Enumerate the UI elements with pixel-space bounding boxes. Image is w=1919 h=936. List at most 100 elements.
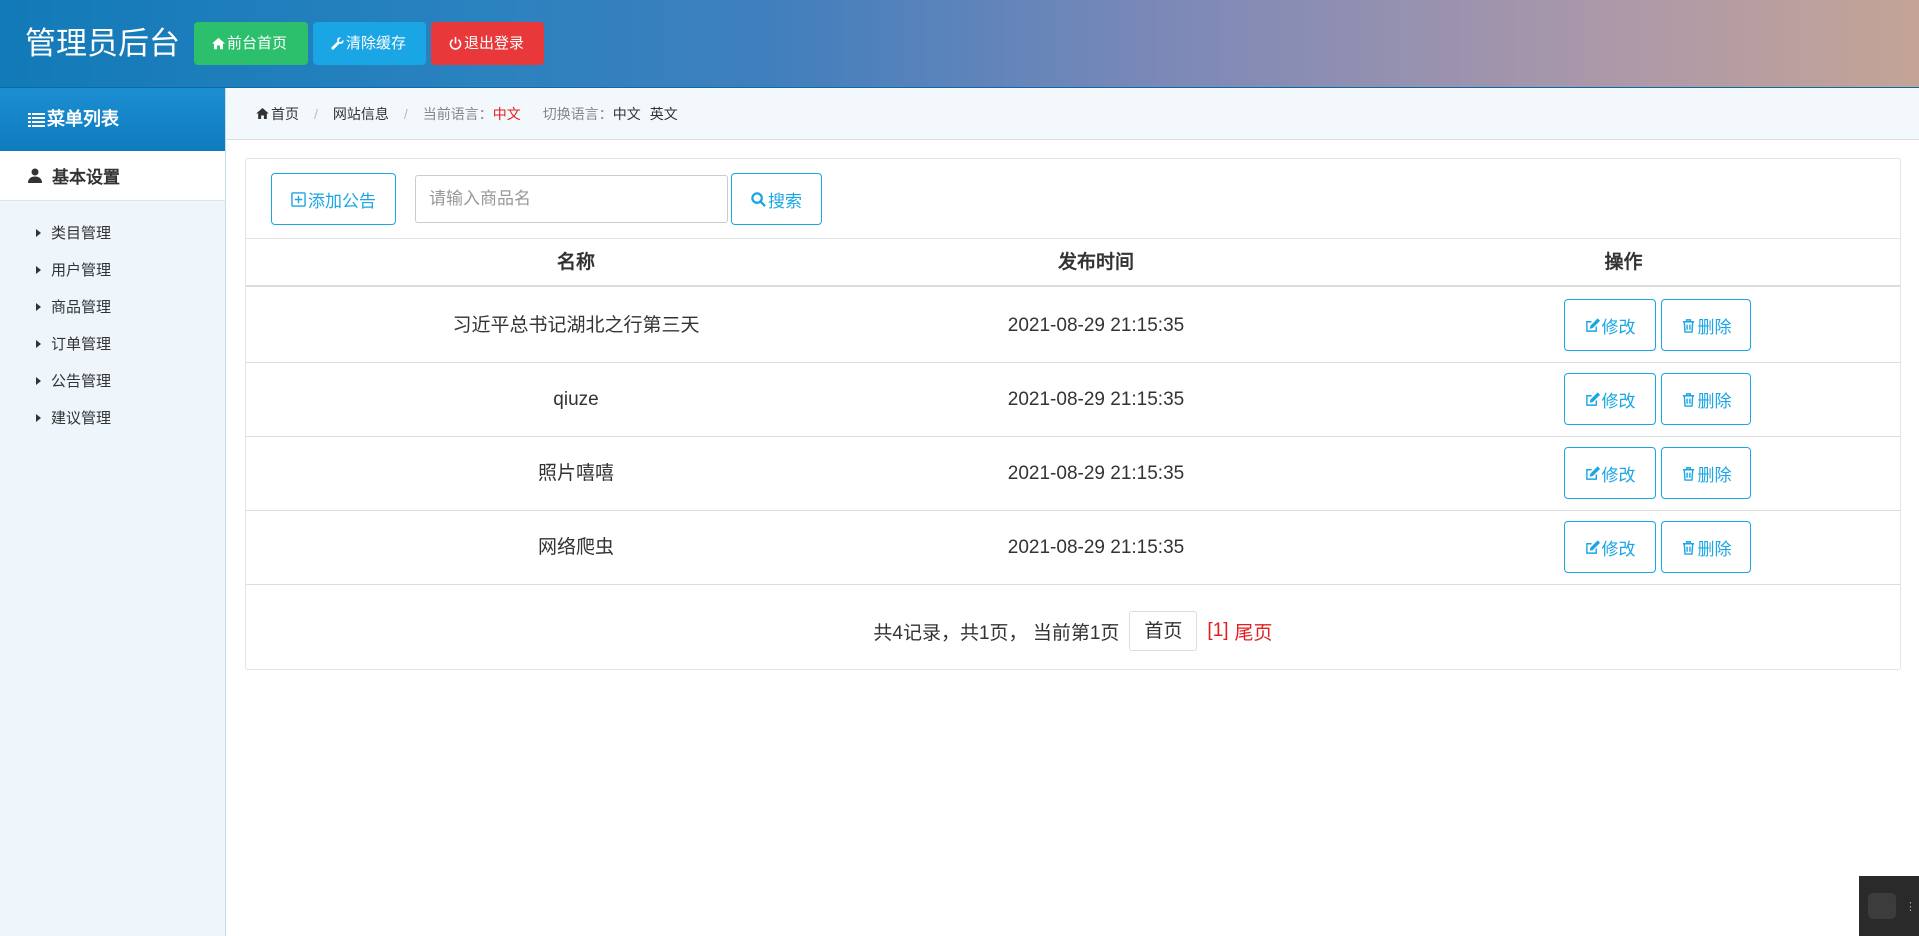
- cell-name: 照片嘻嘻: [537, 463, 614, 484]
- sidebar-item-products[interactable]: 商品管理: [0, 288, 225, 325]
- edit-label: 修改: [1601, 391, 1636, 411]
- edit-button[interactable]: 修改: [1564, 299, 1656, 351]
- edit-label: 修改: [1601, 539, 1636, 559]
- chat-icon: [1868, 893, 1896, 919]
- delete-button[interactable]: 删除: [1661, 299, 1751, 351]
- group-title-label: 基本设置: [52, 168, 120, 187]
- sidebar-item-label: 订单管理: [51, 336, 112, 353]
- power-icon: [449, 37, 462, 50]
- trash-icon: [1682, 466, 1694, 481]
- menu-header: 菜单列表: [0, 88, 225, 151]
- search-button[interactable]: 搜索: [731, 173, 822, 225]
- delete-label: 删除: [1697, 539, 1732, 559]
- more-icon: ⋮: [1905, 901, 1916, 913]
- table-row: 照片嘻嘻 2021-08-29 21:15:35 修改 删除: [246, 437, 1900, 511]
- cell-time: 2021-08-29 21:15:35: [1007, 537, 1185, 558]
- sidebar-item-category[interactable]: 类目管理: [0, 214, 225, 251]
- edit-icon: [1585, 391, 1600, 406]
- delete-button[interactable]: 删除: [1661, 521, 1751, 573]
- cell-name: 网络爬虫: [537, 537, 614, 558]
- menu-list: 类目管理 用户管理 商品管理 订单管理 公告管理 建议管理: [0, 201, 225, 436]
- delete-label: 删除: [1697, 317, 1732, 337]
- edit-icon: [1585, 465, 1600, 480]
- trash-icon: [1682, 392, 1694, 407]
- switch-language-label: 切换语言：: [542, 105, 613, 122]
- logout-label: 退出登录: [464, 35, 525, 52]
- current-language-label: 当前语言：: [422, 105, 493, 122]
- caret-right-icon: [36, 228, 41, 237]
- pagination-info: 共4记录，共1页， 当前第1页: [873, 622, 1120, 644]
- home-icon: [212, 37, 225, 50]
- app-title: 管理员后台: [25, 26, 180, 61]
- edit-icon: [1585, 539, 1600, 554]
- trash-icon: [1682, 540, 1694, 555]
- caret-right-icon: [36, 413, 41, 422]
- home-icon: [256, 108, 269, 119]
- cell-time: 2021-08-29 21:15:35: [1007, 463, 1185, 484]
- notice-panel: 添加公告 搜索 名称 发布时间 操作 习近平总书记湖北之行第三天 2021-08…: [245, 158, 1901, 670]
- edit-label: 修改: [1601, 317, 1636, 337]
- table-header: 名称 发布时间 操作: [246, 239, 1900, 287]
- column-header-name: 名称: [556, 252, 595, 273]
- sidebar: 菜单列表 基本设置 类目管理 用户管理 商品管理 订单管理 公告管理 建议管理: [0, 88, 226, 936]
- cell-name: 习近平总书记湖北之行第三天: [452, 315, 700, 336]
- frontend-home-label: 前台首页: [227, 35, 288, 52]
- wrench-icon: [331, 37, 344, 50]
- breadcrumb: 首页 / 网站信息 / 当前语言： 中文 切换语言： 中文 英文: [226, 88, 1919, 140]
- cell-time: 2021-08-29 21:15:35: [1007, 389, 1185, 410]
- delete-button[interactable]: 删除: [1661, 447, 1751, 499]
- pagination: 共4记录，共1页， 当前第1页 首页 [1] 尾页: [246, 591, 1900, 671]
- sidebar-item-label: 类目管理: [51, 225, 112, 242]
- logout-button[interactable]: 退出登录: [431, 22, 544, 65]
- breadcrumb-home[interactable]: 首页: [271, 104, 299, 124]
- sidebar-item-orders[interactable]: 订单管理: [0, 325, 225, 362]
- edit-icon: [1585, 317, 1600, 332]
- cell-name: qiuze: [553, 389, 599, 410]
- sidebar-item-notices[interactable]: 公告管理: [0, 362, 225, 399]
- add-notice-label: 添加公告: [308, 191, 376, 211]
- delete-label: 删除: [1697, 391, 1732, 411]
- first-page-button[interactable]: 首页: [1129, 611, 1198, 651]
- current-page-link[interactable]: [1]: [1207, 620, 1228, 642]
- caret-right-icon: [36, 376, 41, 385]
- table-row: qiuze 2021-08-29 21:15:35 修改 删除: [246, 363, 1900, 437]
- breadcrumb-separator: /: [403, 105, 408, 122]
- sidebar-item-suggestions[interactable]: 建议管理: [0, 399, 225, 436]
- cell-time: 2021-08-29 21:15:35: [1007, 315, 1185, 336]
- caret-right-icon: [36, 339, 41, 348]
- table-row: 网络爬虫 2021-08-29 21:15:35 修改 删除: [246, 511, 1900, 585]
- search-icon: [751, 191, 766, 207]
- caret-right-icon: [36, 265, 41, 274]
- menu-title: 菜单列表: [47, 109, 119, 129]
- sidebar-item-users[interactable]: 用户管理: [0, 251, 225, 288]
- delete-button[interactable]: 删除: [1661, 373, 1751, 425]
- edit-button[interactable]: 修改: [1564, 521, 1656, 573]
- sidebar-item-label: 商品管理: [51, 299, 112, 316]
- switch-language-chinese[interactable]: 中文: [613, 104, 641, 124]
- toolbar: 添加公告 搜索: [246, 159, 1900, 239]
- trash-icon: [1682, 318, 1694, 333]
- table-row: 习近平总书记湖北之行第三天 2021-08-29 21:15:35 修改 删除: [246, 289, 1900, 363]
- delete-label: 删除: [1697, 465, 1732, 485]
- clear-cache-button[interactable]: 清除缓存: [313, 22, 426, 65]
- floating-widget[interactable]: ⋮: [1859, 876, 1919, 936]
- breadcrumb-separator: /: [314, 105, 318, 122]
- group-basic-settings[interactable]: 基本设置: [0, 151, 225, 201]
- clear-cache-label: 清除缓存: [346, 35, 407, 52]
- current-language-value: 中文: [492, 105, 521, 122]
- switch-language-english[interactable]: 英文: [650, 104, 678, 124]
- search-label: 搜索: [768, 191, 802, 211]
- add-notice-button[interactable]: 添加公告: [271, 173, 396, 225]
- frontend-home-button[interactable]: 前台首页: [194, 22, 308, 65]
- edit-button[interactable]: 修改: [1564, 373, 1656, 425]
- edit-button[interactable]: 修改: [1564, 447, 1656, 499]
- last-page-link[interactable]: 尾页: [1235, 618, 1273, 645]
- sidebar-item-label: 公告管理: [51, 373, 112, 390]
- breadcrumb-site-info[interactable]: 网站信息: [333, 104, 389, 124]
- user-icon: [28, 168, 42, 183]
- sidebar-item-label: 用户管理: [51, 262, 112, 279]
- search-input[interactable]: [415, 175, 728, 223]
- list-icon: [28, 113, 45, 127]
- sidebar-item-label: 建议管理: [51, 410, 112, 427]
- plus-square-icon: [291, 191, 306, 207]
